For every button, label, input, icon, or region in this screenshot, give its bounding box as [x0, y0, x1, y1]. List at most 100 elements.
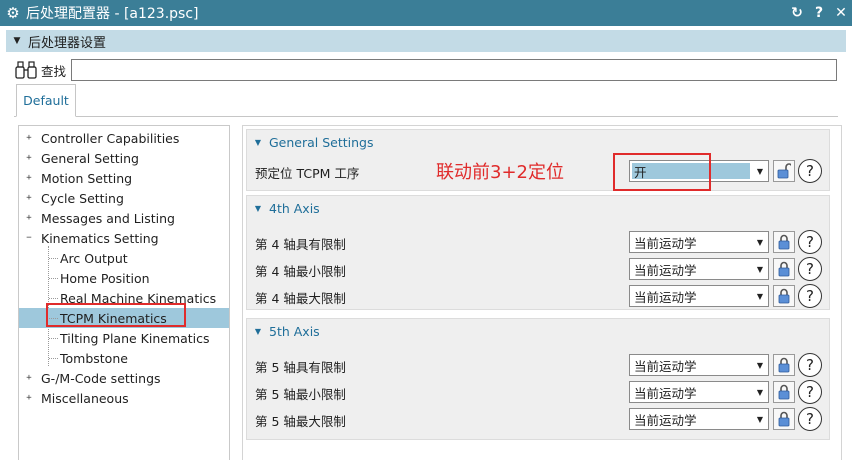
- tree-connector: [49, 298, 58, 299]
- tree-item-label: Home Position: [60, 270, 150, 286]
- dropdown-value: 当前运动学: [634, 262, 697, 278]
- property-dropdown[interactable]: 当前运动学 ▼: [629, 285, 769, 307]
- lock-icon[interactable]: [773, 285, 795, 307]
- dropdown-value: 当前运动学: [634, 289, 697, 305]
- group-title: General Settings: [269, 134, 374, 150]
- group-title: 5th Axis: [269, 323, 320, 339]
- tree-connector: [49, 338, 58, 339]
- dropdown-arrow-icon[interactable]: ▼: [752, 415, 768, 424]
- title-bar-buttons: ↻ ? ✕: [786, 5, 852, 21]
- collapse-caret-icon: ▼: [13, 36, 21, 46]
- expand-icon[interactable]: +: [25, 374, 33, 383]
- tree-item-controller-capabilities[interactable]: + Controller Capabilities: [19, 128, 229, 148]
- help-icon[interactable]: ?: [798, 407, 822, 431]
- expand-icon[interactable]: +: [25, 394, 33, 403]
- help-icon[interactable]: ?: [808, 5, 830, 21]
- tree-item-tilting-plane-kinematics[interactable]: Tilting Plane Kinematics: [19, 328, 229, 348]
- property-dropdown[interactable]: 当前运动学 ▼: [629, 381, 769, 403]
- section-header[interactable]: ▼ 后处理器设置: [6, 30, 846, 52]
- collapse-caret-icon: ▼: [254, 203, 262, 213]
- settings-tree: + Controller Capabilities + General Sett…: [18, 125, 230, 460]
- tree-item-cycle-setting[interactable]: + Cycle Setting: [19, 188, 229, 208]
- dropdown-arrow-icon[interactable]: ▼: [752, 265, 768, 274]
- help-icon[interactable]: ?: [798, 284, 822, 308]
- search-label: 查找: [41, 63, 67, 79]
- group-header-4th-axis[interactable]: ▼ 4th Axis: [247, 196, 829, 220]
- help-icon[interactable]: ?: [798, 257, 822, 281]
- group-header-5th-axis[interactable]: ▼ 5th Axis: [247, 319, 829, 343]
- title-bar: ⚙ 后处理配置器 - [a123.psc] ↻ ? ✕: [0, 0, 852, 26]
- tree-item-label: G-/M-Code settings: [41, 370, 161, 386]
- lock-icon[interactable]: [773, 381, 795, 403]
- property-row: 第 5 轴具有限制 当前运动学 ▼ ?: [247, 352, 829, 378]
- group-5th-axis: ▼ 5th Axis 第 5 轴具有限制 当前运动学 ▼ ? 第 5 轴最小限制…: [246, 318, 830, 440]
- collapse-icon[interactable]: −: [25, 234, 33, 243]
- expand-icon[interactable]: +: [25, 134, 33, 143]
- expand-icon[interactable]: +: [25, 154, 33, 163]
- property-row: 第 5 轴最小限制 当前运动学 ▼ ?: [247, 379, 829, 405]
- dropdown-arrow-icon[interactable]: ▼: [752, 292, 768, 301]
- property-label: 第 5 轴最小限制: [255, 387, 346, 402]
- property-label: 第 4 轴具有限制: [255, 237, 346, 252]
- property-dropdown[interactable]: 当前运动学 ▼: [629, 258, 769, 280]
- tree-item-label: Motion Setting: [41, 170, 133, 186]
- tree-item-label: Controller Capabilities: [41, 130, 180, 146]
- dropdown-arrow-icon[interactable]: ▼: [752, 361, 768, 370]
- tree-item-messages-and-listing[interactable]: + Messages and Listing: [19, 208, 229, 228]
- help-icon[interactable]: ?: [798, 353, 822, 377]
- lock-icon[interactable]: [773, 258, 795, 280]
- property-row: 第 4 轴最大限制 当前运动学 ▼ ?: [247, 283, 829, 309]
- property-dropdown[interactable]: 当前运动学 ▼: [629, 354, 769, 376]
- unlock-icon[interactable]: [773, 160, 795, 182]
- expand-icon[interactable]: +: [25, 174, 33, 183]
- tree-item-label: Arc Output: [60, 250, 128, 266]
- property-label: 预定位 TCPM 工序: [255, 166, 360, 181]
- tree-item-gm-code-settings[interactable]: + G-/M-Code settings: [19, 368, 229, 388]
- tree-item-label: Tilting Plane Kinematics: [60, 330, 210, 346]
- property-dropdown[interactable]: 当前运动学 ▼: [629, 231, 769, 253]
- property-label: 第 4 轴最小限制: [255, 264, 346, 279]
- property-row: 第 5 轴最大限制 当前运动学 ▼ ?: [247, 406, 829, 432]
- tree-item-label: General Setting: [41, 150, 139, 166]
- dropdown-arrow-icon[interactable]: ▼: [752, 238, 768, 247]
- tree-connector: [49, 278, 58, 279]
- highlight-box-tree: [46, 303, 186, 327]
- tree-item-tombstone[interactable]: Tombstone: [19, 348, 229, 368]
- close-icon[interactable]: ✕: [830, 5, 852, 21]
- lock-icon[interactable]: [773, 354, 795, 376]
- tree-item-motion-setting[interactable]: + Motion Setting: [19, 168, 229, 188]
- group-4th-axis: ▼ 4th Axis 第 4 轴具有限制 当前运动学 ▼ ? 第 4 轴最小限制…: [246, 195, 830, 310]
- property-dropdown[interactable]: 当前运动学 ▼: [629, 408, 769, 430]
- tree-item-general-setting[interactable]: + General Setting: [19, 148, 229, 168]
- collapse-caret-icon: ▼: [254, 137, 262, 147]
- expand-icon[interactable]: +: [25, 194, 33, 203]
- lock-icon[interactable]: [773, 231, 795, 253]
- tree-connector: [49, 258, 58, 259]
- group-header-general[interactable]: ▼ General Settings: [247, 130, 829, 154]
- search-row: 查找: [14, 58, 838, 82]
- lock-icon[interactable]: [773, 408, 795, 430]
- highlight-box-dropdown: [613, 153, 711, 191]
- tree-item-miscellaneous[interactable]: + Miscellaneous: [19, 388, 229, 408]
- tree-connector: [49, 358, 58, 359]
- help-icon[interactable]: ?: [798, 380, 822, 404]
- tree-item-kinematics-setting[interactable]: − Kinematics Setting: [19, 228, 229, 248]
- help-icon[interactable]: ?: [798, 159, 822, 183]
- dropdown-arrow-icon[interactable]: ▼: [752, 388, 768, 397]
- help-icon[interactable]: ?: [798, 230, 822, 254]
- tree-item-label: Miscellaneous: [41, 390, 129, 406]
- property-row: 第 4 轴具有限制 当前运动学 ▼ ?: [247, 229, 829, 255]
- annotation-text: 联动前3+2定位: [436, 162, 564, 183]
- search-input[interactable]: [71, 59, 838, 81]
- tree-item-arc-output[interactable]: Arc Output: [19, 248, 229, 268]
- tree-item-home-position[interactable]: Home Position: [19, 268, 229, 288]
- dropdown-value: 当前运动学: [634, 358, 697, 374]
- tree-item-label: Cycle Setting: [41, 190, 124, 206]
- property-label: 第 5 轴具有限制: [255, 360, 346, 375]
- tab-default[interactable]: Default: [16, 84, 76, 117]
- refresh-icon[interactable]: ↻: [786, 5, 808, 21]
- dropdown-arrow-icon[interactable]: ▼: [752, 167, 768, 176]
- expand-icon[interactable]: +: [25, 214, 33, 223]
- tree-item-label: Messages and Listing: [41, 210, 175, 226]
- binoculars-icon: [14, 60, 38, 80]
